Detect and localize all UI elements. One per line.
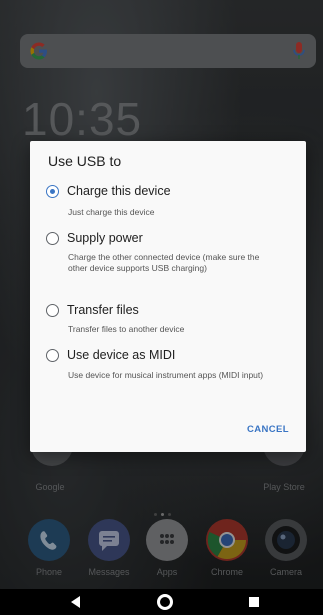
radio-charge-this-device[interactable] (46, 185, 59, 198)
home-icon[interactable] (157, 594, 173, 610)
dialog-title: Use USB to (48, 153, 122, 169)
option-use-device-as-midi[interactable]: Use device as MIDI Use device for musica… (46, 348, 296, 397)
option-label: Transfer files (67, 303, 139, 317)
option-description: Charge the other connected device (make … (68, 252, 260, 273)
usb-options-dialog: Use USB to Charge this device Just charg… (30, 141, 306, 452)
recent-apps-icon[interactable] (249, 597, 259, 607)
option-description: Use device for musical instrument apps (… (68, 370, 264, 380)
option-transfer-files[interactable]: Transfer files Transfer files to another… (46, 303, 296, 340)
option-description: Just charge this device (68, 207, 155, 217)
back-icon[interactable] (71, 596, 80, 608)
option-charge-this-device[interactable]: Charge this device Just charge this devi… (46, 184, 296, 225)
option-description: Transfer files to another device (68, 324, 185, 334)
navigation-bar (0, 589, 323, 615)
radio-transfer-files[interactable] (46, 304, 59, 317)
radio-supply-power[interactable] (46, 232, 59, 245)
cancel-button[interactable]: CANCEL (247, 424, 289, 435)
option-label: Charge this device (67, 184, 171, 198)
option-label: Use device as MIDI (67, 348, 176, 362)
radio-use-device-as-midi[interactable] (46, 349, 59, 362)
option-supply-power[interactable]: Supply power Charge the other connected … (46, 231, 296, 292)
option-label: Supply power (67, 231, 143, 245)
